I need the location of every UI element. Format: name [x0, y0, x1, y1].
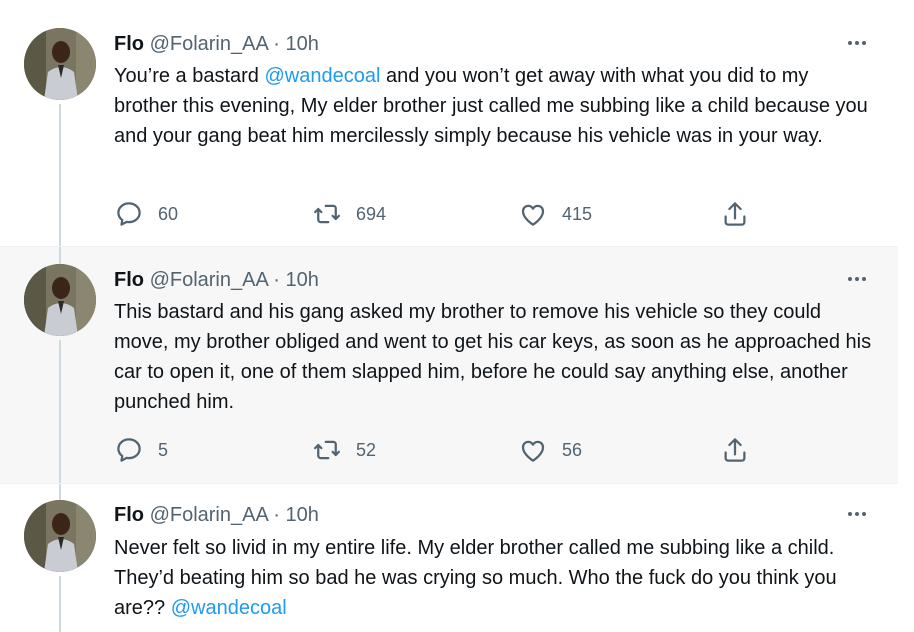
retweet-icon [314, 440, 340, 460]
tweet-3[interactable]: Flo @Folarin_AA · 10h Never felt so livi… [0, 483, 898, 632]
reply-button[interactable]: 60 [114, 199, 178, 229]
separator: · [273, 269, 280, 291]
divider [0, 483, 898, 484]
reply-icon [117, 202, 141, 226]
tweet-2[interactable]: Flo @Folarin_AA · 10h This bastard and h… [0, 246, 898, 483]
avatar[interactable] [24, 28, 96, 100]
separator: · [273, 33, 280, 55]
author-name[interactable]: Flo [114, 504, 144, 526]
more-icon[interactable] [842, 33, 872, 53]
like-icon [521, 440, 545, 462]
tweet-actions: 60 694 415 [114, 199, 754, 229]
reply-icon [117, 438, 141, 462]
mention-link[interactable]: @wandecoal [171, 597, 287, 619]
retweet-count: 694 [356, 203, 387, 224]
author-handle[interactable]: @Folarin_AA [150, 33, 268, 55]
more-icon[interactable] [842, 269, 872, 289]
share-button[interactable] [720, 435, 750, 465]
like-icon [521, 204, 545, 226]
tweet-1[interactable]: Flo @Folarin_AA · 10h You’re a bastard @… [0, 0, 898, 246]
retweet-count: 52 [356, 439, 377, 460]
tweet-text: You’re a bastard @wandecoal and you won’… [114, 61, 874, 151]
tweet-text-part: You’re a bastard [114, 65, 265, 87]
share-icon [724, 202, 746, 226]
tweet-text: Never felt so livid in my entire life. M… [114, 533, 874, 623]
share-icon [724, 438, 746, 462]
more-icon[interactable] [842, 504, 872, 524]
timestamp[interactable]: 10h [286, 33, 319, 55]
timestamp[interactable]: 10h [286, 504, 319, 526]
retweet-button[interactable]: 694 [312, 199, 386, 229]
share-button[interactable] [720, 199, 750, 229]
author-name[interactable]: Flo [114, 33, 144, 55]
like-button[interactable]: 415 [518, 199, 592, 229]
like-button[interactable]: 56 [518, 435, 582, 465]
avatar[interactable] [24, 264, 96, 336]
divider [0, 246, 898, 247]
author-handle[interactable]: @Folarin_AA [150, 504, 268, 526]
thread-line [59, 246, 61, 264]
tweet-text: This bastard and his gang asked my broth… [114, 297, 874, 417]
reply-button[interactable]: 5 [114, 435, 168, 465]
separator: · [273, 504, 280, 526]
tweet-header: Flo @Folarin_AA · 10h [114, 503, 319, 527]
mention-link[interactable]: @wandecoal [264, 65, 380, 87]
thread-line [59, 576, 61, 632]
tweet-header: Flo @Folarin_AA · 10h [114, 32, 319, 56]
retweet-icon [314, 204, 340, 224]
like-count: 56 [562, 439, 583, 460]
timestamp[interactable]: 10h [286, 269, 319, 291]
thread-line [59, 483, 61, 500]
tweet-text-part: This bastard and his gang asked my broth… [114, 301, 872, 413]
reply-count: 60 [158, 203, 179, 224]
thread-line [59, 340, 61, 483]
tweet-header: Flo @Folarin_AA · 10h [114, 268, 319, 292]
retweet-button[interactable]: 52 [312, 435, 376, 465]
avatar[interactable] [24, 500, 96, 572]
thread-line [59, 104, 61, 246]
author-handle[interactable]: @Folarin_AA [150, 269, 268, 291]
author-name[interactable]: Flo [114, 269, 144, 291]
like-count: 415 [562, 203, 593, 224]
reply-count: 5 [158, 439, 169, 460]
tweet-actions: 5 52 56 [114, 435, 754, 465]
